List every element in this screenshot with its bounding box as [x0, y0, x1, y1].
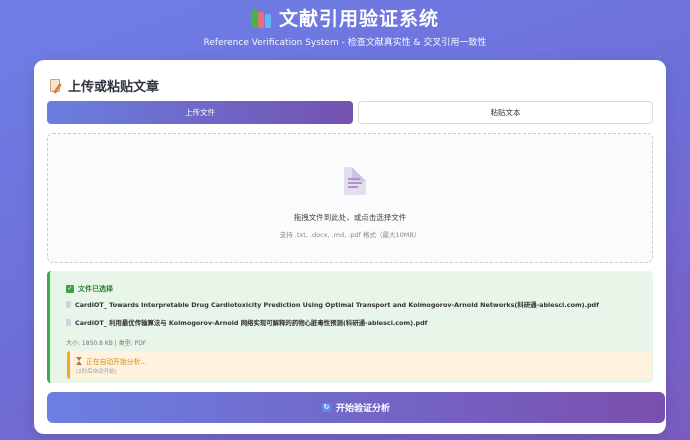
file-name: CardiOT_ Towards Interpretable Drug Card… — [75, 301, 599, 309]
status-main: 正在自动开始分析... — [76, 356, 147, 366]
auto-start-status: 正在自动开始分析... (2秒后自动开始) — [67, 351, 651, 379]
tab-paste-text[interactable]: 粘贴文本 — [358, 101, 653, 124]
page-title: 文献引用验证系统 — [0, 4, 690, 31]
page-title-text: 文献引用验证系统 — [278, 8, 439, 30]
upload-card: 上传或粘贴文章 上传文件 粘贴文本 拖拽文件到此处，或点击选择文件 支持 .tx… — [34, 60, 666, 434]
tab-upload-file[interactable]: 上传文件 — [47, 101, 353, 124]
page-subtitle: Reference Verification System - 检查文献真实性 … — [203, 38, 487, 48]
file-icon — [66, 319, 71, 326]
file-name-row: CardiOT_ 利用最优传输算法与 Kolmogorov-Arnold 网络实… — [66, 318, 427, 327]
start-button-label: 开始验证分析 — [335, 404, 390, 414]
status-sub: (2秒后自动开始) — [76, 369, 117, 375]
selected-title-text: 文件已选择 — [78, 285, 113, 293]
input-mode-tabs: 上传文件 粘贴文本 — [47, 101, 653, 124]
status-main-text: 正在自动开始分析... — [86, 358, 147, 366]
dropzone-hint: 支持 .txt, .docx, .md, .pdf 格式（最大10MB） — [279, 231, 421, 239]
document-icon — [344, 167, 366, 195]
start-verification-button[interactable]: ↻ 开始验证分析 — [47, 392, 665, 423]
file-name: CardiOT_ 利用最优传输算法与 Kolmogorov-Arnold 网络实… — [75, 319, 428, 327]
file-dropzone[interactable]: 拖拽文件到此处，或点击选择文件 支持 .txt, .docx, .md, .pd… — [47, 133, 653, 263]
dropzone-text: 拖拽文件到此处，或点击选择文件 — [293, 213, 407, 222]
file-meta: 大小: 1850.8 KB | 类型: PDF — [66, 340, 147, 347]
hourglass-icon — [76, 357, 82, 365]
memo-icon — [50, 78, 62, 94]
books-icon — [250, 8, 271, 28]
selected-title: ✓ 文件已选择 — [66, 284, 113, 294]
checkmark-icon: ✓ — [66, 285, 74, 293]
file-icon — [66, 301, 71, 308]
selected-file-panel: ✓ 文件已选择 CardiOT_ Towards Interpretable D… — [47, 271, 653, 383]
file-name-row: CardiOT_ Towards Interpretable Drug Card… — [66, 300, 599, 309]
card-heading-text: 上传或粘贴文章 — [68, 80, 160, 95]
card-heading: 上传或粘贴文章 — [50, 76, 159, 95]
refresh-icon: ↻ — [321, 403, 331, 412]
